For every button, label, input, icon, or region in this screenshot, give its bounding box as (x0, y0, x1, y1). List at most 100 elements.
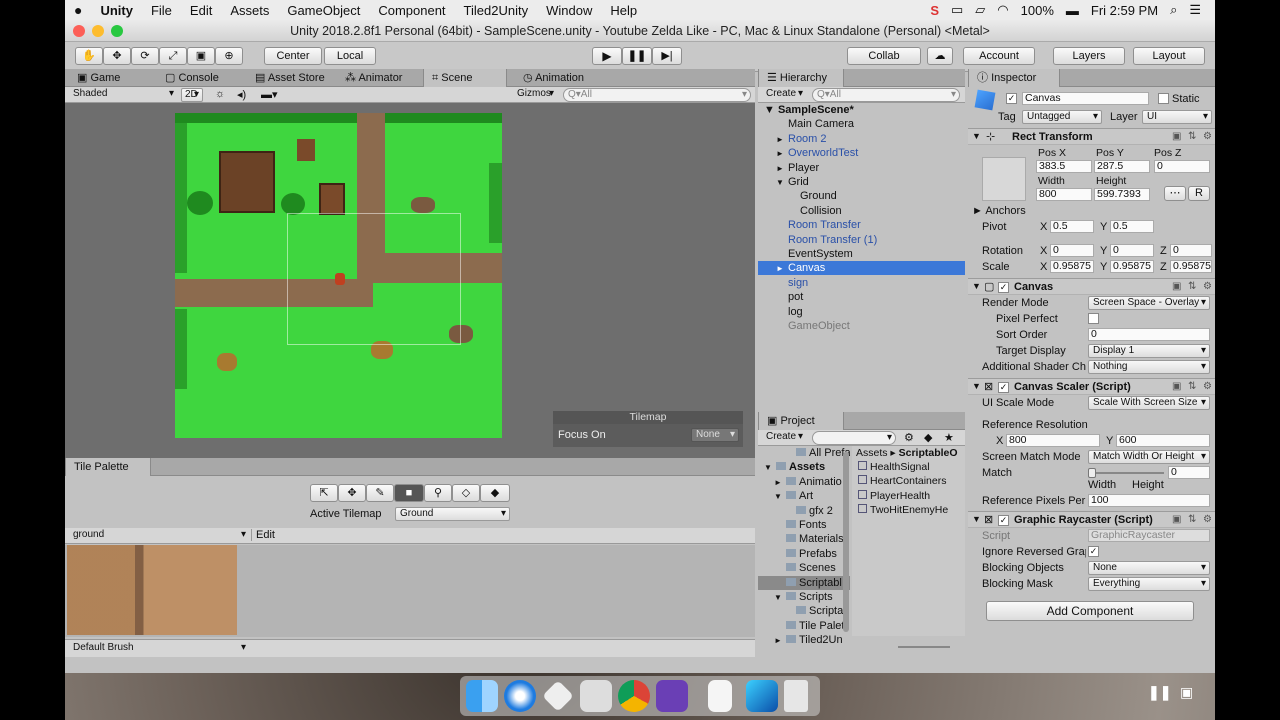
help-icon[interactable]: ▣ (1172, 131, 1183, 142)
hierarchy-item[interactable]: ► Canvas (758, 261, 965, 276)
effects-icon[interactable]: ▬▾ (261, 88, 278, 101)
zoom-slider[interactable] (898, 646, 950, 648)
settings-gear-icon[interactable]: ⚙ (1203, 381, 1214, 392)
project-folder-item[interactable]: ► Tiled2Un (758, 633, 850, 646)
render-mode-dropdown[interactable]: Screen Space - Overlay (1088, 296, 1210, 310)
screen-match-mode-dropdown[interactable]: Match Width Or Height (1088, 450, 1210, 464)
project-search-input[interactable] (812, 431, 896, 445)
expand-arrow-icon[interactable]: ► (776, 147, 788, 161)
rot-x-field[interactable]: 0 (1050, 244, 1094, 257)
hierarchy-item[interactable]: ► Room 2 (758, 132, 965, 146)
project-scrollbar[interactable] (843, 452, 849, 632)
canvas-component-header[interactable]: ▼ ▢ ✓ Canvas ▣ ⇅ ⚙ (968, 278, 1215, 295)
scene-viewport[interactable] (175, 113, 502, 438)
layer-dropdown[interactable]: UI (1142, 110, 1212, 124)
tab-game[interactable]: ▣ Game (69, 69, 128, 87)
posx-field[interactable]: 383.5 (1036, 160, 1092, 173)
canvas-scaler-header[interactable]: ▼ ⊠ ✓ Canvas Scaler (Script) ▣ ⇅ ⚙ (968, 378, 1215, 395)
preset-icon[interactable]: ⇅ (1188, 131, 1199, 142)
scene-search-input[interactable]: Q▾All (563, 88, 751, 102)
audio-icon[interactable]: ◂) (237, 88, 246, 101)
palette-grid[interactable] (65, 545, 755, 637)
anchors-foldout[interactable]: ► Anchors (972, 205, 1026, 217)
project-folder-item[interactable]: Scenes (758, 561, 850, 575)
project-folder-item[interactable]: Prefabs (758, 547, 850, 561)
hand-tool-button[interactable]: ✋ (75, 47, 103, 65)
breadcrumb-assets[interactable]: Assets (856, 447, 888, 459)
close-window-button[interactable] (73, 25, 85, 37)
help-icon[interactable]: ▣ (1172, 381, 1183, 392)
scale-tool-button[interactable]: ⤢ (159, 47, 187, 65)
pivot-x-field[interactable]: 0.5 (1050, 220, 1094, 233)
project-folder-item[interactable]: All Prefab (758, 446, 850, 460)
project-folder-item[interactable]: Scriptabl (758, 575, 850, 590)
hierarchy-item[interactable]: Main Camera (758, 117, 965, 131)
minimize-window-button[interactable] (92, 25, 104, 37)
expand-arrow-icon[interactable]: ► (776, 162, 788, 176)
unity-hub-icon[interactable] (580, 680, 612, 712)
menu-file[interactable]: File (142, 3, 181, 18)
expand-arrow-icon[interactable]: ► (776, 133, 788, 147)
anchor-preset-button[interactable] (982, 157, 1026, 201)
menu-app[interactable]: Unity (91, 3, 142, 18)
blueprint-mode-button[interactable]: ⋯ (1164, 186, 1186, 201)
favorite-icon[interactable]: ★ (944, 431, 954, 444)
menu-component[interactable]: Component (369, 3, 454, 18)
pip-overlay-icon[interactable]: ▣ (1180, 684, 1193, 701)
select-tool-button[interactable]: ⇱ (310, 484, 338, 502)
document-icon[interactable] (708, 680, 732, 712)
move-tile-tool-button[interactable]: ✥ (338, 484, 366, 502)
static-label[interactable]: Static (1172, 93, 1200, 105)
shader-channels-dropdown[interactable]: Nothing (1088, 360, 1210, 374)
layers-dropdown[interactable]: Layers (1053, 47, 1125, 65)
settings-gear-icon[interactable]: ⚙ (1203, 514, 1214, 525)
object-name-field[interactable]: Canvas (1022, 92, 1149, 105)
tab-tile-palette[interactable]: Tile Palette (65, 458, 151, 476)
raw-edit-button[interactable]: R (1188, 186, 1210, 201)
airplay-icon[interactable]: ▱ (975, 2, 985, 18)
display-icon[interactable]: ▭ (951, 2, 963, 18)
hierarchy-item[interactable]: Ground (758, 189, 965, 203)
tab-animation[interactable]: ◷ Animation (515, 69, 592, 87)
box-fill-tool-button[interactable]: ■ (394, 484, 424, 502)
hierarchy-item[interactable]: ▼ Grid (758, 175, 965, 189)
settings-gear-icon[interactable]: ⚙ (1203, 131, 1214, 142)
help-icon[interactable]: ▣ (1172, 514, 1183, 525)
preset-icon[interactable]: ⇅ (1188, 281, 1199, 292)
fill-tool-button[interactable]: ◆ (480, 484, 510, 502)
zoom-window-button[interactable] (111, 25, 123, 37)
tag-dropdown[interactable]: Untagged (1022, 110, 1102, 124)
account-dropdown[interactable]: Account (963, 47, 1035, 65)
tab-hierarchy[interactable]: ☰ Hierarchy (758, 69, 844, 87)
ref-y-field[interactable]: 600 (1116, 434, 1210, 447)
eraser-tool-button[interactable]: ◇ (452, 484, 480, 502)
width-field[interactable]: 800 (1036, 188, 1092, 201)
help-icon[interactable]: ▣ (1172, 281, 1183, 292)
step-button[interactable]: ▶| (652, 47, 682, 65)
ref-x-field[interactable]: 800 (1006, 434, 1100, 447)
menu-assets[interactable]: Assets (221, 3, 278, 18)
sort-order-field[interactable]: 0 (1088, 328, 1210, 341)
project-folder-item[interactable]: ► Animatio (758, 475, 850, 489)
focus-on-dropdown[interactable]: None (691, 428, 739, 442)
project-folder-item[interactable]: Materials (758, 532, 850, 546)
preset-icon[interactable]: ⇅ (1188, 514, 1199, 525)
project-folder-item[interactable]: ▼ Scripts (758, 590, 850, 604)
hierarchy-item[interactable]: ► OverworldTest (758, 146, 965, 160)
expand-arrow-icon[interactable]: ► (776, 262, 788, 276)
pivot-y-field[interactable]: 0.5 (1110, 220, 1154, 233)
spotlight-icon[interactable]: ⌕ (1170, 2, 1177, 18)
scale-x-field[interactable]: 0.95875 (1050, 260, 1094, 273)
scaler-enabled-checkbox[interactable]: ✓ (998, 382, 1009, 393)
rect-transform-header[interactable]: ▼ ⊹ Rect Transform ▣ ⇅ ⚙ (968, 128, 1215, 145)
brush-dropdown[interactable]: Default Brush (69, 642, 249, 656)
posy-field[interactable]: 287.5 (1094, 160, 1150, 173)
clock[interactable]: Fri 2:59 PM (1091, 3, 1158, 18)
tab-inspector[interactable]: ⓘ Inspector (968, 69, 1060, 87)
picker-tool-button[interactable]: ⚲ (424, 484, 452, 502)
hierarchy-item[interactable]: pot (758, 290, 965, 304)
project-file-item[interactable]: HeartContainers (852, 474, 965, 488)
settings-gear-icon[interactable]: ⚙ (1203, 281, 1214, 292)
ui-scale-mode-dropdown[interactable]: Scale With Screen Size (1088, 396, 1210, 410)
project-file-item[interactable]: TwoHitEnemyHe (852, 503, 965, 517)
